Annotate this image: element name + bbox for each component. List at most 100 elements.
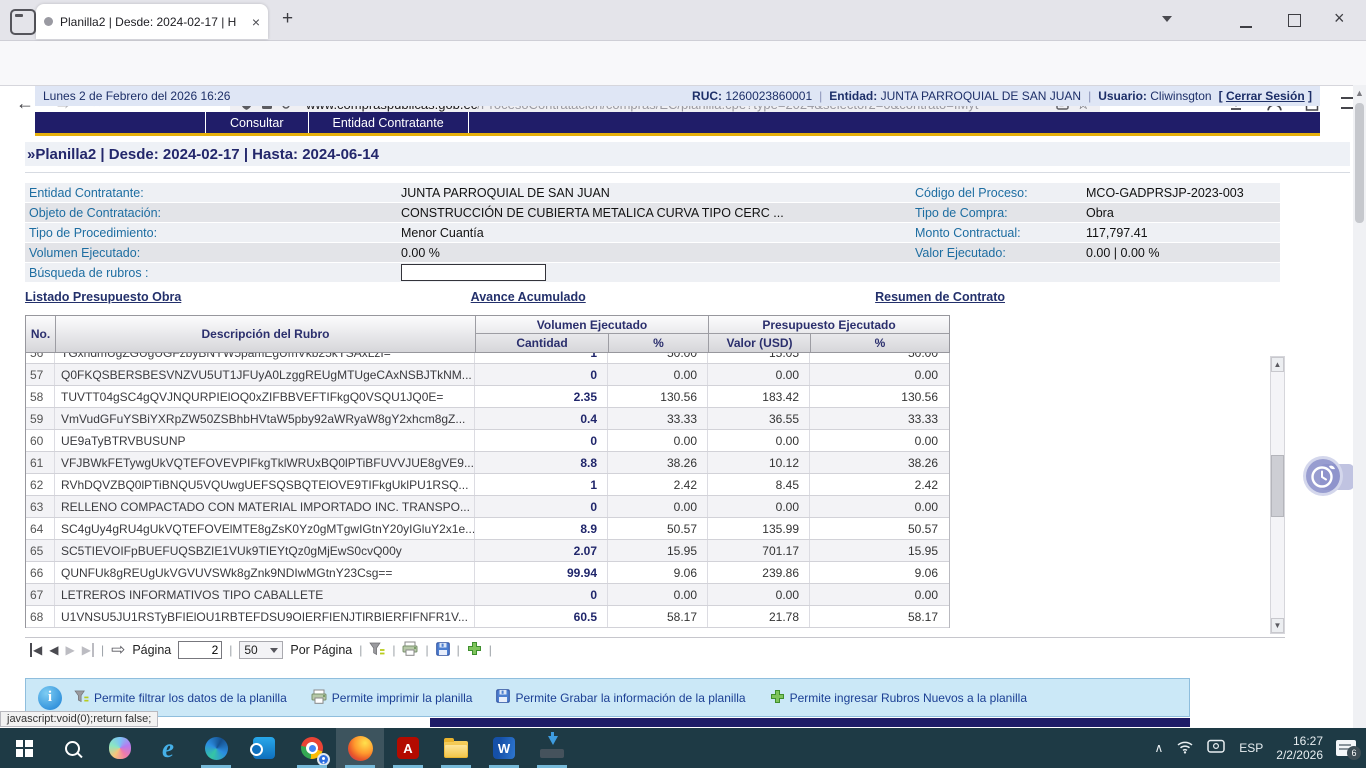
table-header: No. Descripción del Rubro Volumen Ejecut… — [25, 315, 950, 353]
page-number-input[interactable] — [178, 641, 222, 659]
row-volumen-pct: 15.95 — [608, 540, 708, 561]
taskbar-firefox-button[interactable] — [336, 728, 384, 768]
row-cantidad-value[interactable]: 2.07 — [475, 540, 608, 561]
window-maximize-button[interactable] — [1288, 14, 1301, 27]
go-to-page-icon[interactable]: ⇨ — [111, 640, 125, 660]
row-cantidad-value[interactable]: 0 — [475, 430, 608, 451]
column-header-no: No. — [26, 316, 56, 352]
new-tab-button[interactable]: + — [282, 8, 293, 30]
table-row: 68U1VNSU5JU1RSTyBFIElOU1RBTEFDSU9OIERFIE… — [26, 606, 949, 628]
next-page-button[interactable]: ▶ — [65, 643, 74, 657]
scroll-up-arrow-icon[interactable]: ▲ — [1271, 357, 1284, 372]
detail-label: Tipo de Procedimiento: — [25, 226, 401, 240]
chrome-profile-badge-icon — [317, 753, 330, 766]
table-body-rows: 56TGxhdmUgZGUgUGFzbyBNYW5pamEgUmVkb25kYS… — [25, 353, 950, 628]
detail-label: Volumen Ejecutado: — [25, 246, 401, 260]
row-cantidad-value[interactable]: 99.94 — [475, 562, 608, 583]
detail-row: Objeto de Contratación: CONSTRUCCIÓN DE … — [25, 203, 1280, 222]
row-valor-usd: 0.00 — [708, 584, 810, 605]
row-cantidad-value[interactable]: 0 — [475, 364, 608, 385]
row-valor-usd: 239.86 — [708, 562, 810, 583]
tray-chevron-up-icon[interactable]: ∧ — [1154, 741, 1163, 755]
browser-scrollbar-thumb[interactable] — [1355, 103, 1364, 223]
add-icon[interactable] — [467, 641, 482, 659]
scroll-down-arrow-icon[interactable]: ▼ — [1271, 618, 1284, 633]
display-connect-icon[interactable] — [1207, 739, 1226, 757]
notifications-icon[interactable]: 6 — [1336, 740, 1356, 756]
filter-icon[interactable] — [369, 642, 385, 659]
row-number: 56 — [26, 353, 55, 363]
taskbar-edge-button[interactable] — [192, 728, 240, 768]
row-description: RVhDQVZBQ0lPTiBNQU5VQUwgUEFSQSBQTElOVE9T… — [55, 474, 475, 495]
link-avance-acumulado[interactable]: Avance Acumulado — [471, 290, 586, 304]
start-button[interactable] — [0, 728, 48, 768]
detail-label: Tipo de Compra: — [901, 206, 1086, 220]
separator: | — [229, 643, 232, 657]
row-description: Q0FKQSBERSBESVNZVU5UT1JFUyA0LzggREUgMTUg… — [55, 364, 475, 385]
taskbar-outlook-button[interactable] — [240, 728, 288, 768]
time-tracker-widget[interactable] — [1303, 456, 1343, 496]
wifi-icon[interactable] — [1176, 739, 1194, 757]
scroll-up-arrow-icon[interactable]: ▲ — [1355, 88, 1364, 98]
row-cantidad-value[interactable]: 1 — [475, 474, 608, 495]
browser-tab[interactable]: Planilla2 | Desde: 2024-02-17 | H × — [36, 4, 268, 39]
row-description: UE9aTyBTRVBUSUNP — [55, 430, 475, 451]
main-nav: Consultar Entidad Contratante — [35, 112, 1320, 133]
taskbar-scanner-app-button[interactable] — [528, 728, 576, 768]
last-page-button[interactable]: ▶ — [82, 643, 94, 657]
previous-page-button[interactable]: ◀ — [49, 643, 58, 657]
taskbar-copilot-button[interactable] — [96, 728, 144, 768]
row-cantidad-value[interactable]: 2.35 — [475, 386, 608, 407]
row-presupuesto-pct: 9.06 — [810, 562, 948, 583]
per-page-select[interactable]: 50 — [239, 641, 283, 659]
nav-item-entidad-contratante[interactable]: Entidad Contratante — [309, 112, 469, 133]
taskbar-word-button[interactable]: W — [480, 728, 528, 768]
row-volumen-pct: 50.57 — [608, 518, 708, 539]
taskbar-file-explorer-button[interactable] — [432, 728, 480, 768]
tab-close-icon[interactable]: × — [246, 14, 260, 30]
outlook-icon — [253, 737, 275, 759]
row-description: LETREROS INFORMATIVOS TIPO CABALLETE — [55, 584, 475, 605]
nav-item-consultar[interactable]: Consultar — [205, 112, 309, 133]
row-cantidad-value[interactable]: 1 — [475, 353, 608, 363]
back-button[interactable]: ← — [16, 93, 34, 113]
current-datetime: Lunes 2 de Febrero del 2026 16:26 — [35, 89, 230, 103]
window-close-button[interactable]: × — [1334, 8, 1345, 29]
row-cantidad-value[interactable]: 8.8 — [475, 452, 608, 473]
rubro-search-input[interactable] — [401, 264, 546, 281]
link-listado-presupuesto-obra[interactable]: Listado Presupuesto Obra — [25, 290, 181, 304]
firefox-view-icon[interactable] — [10, 9, 36, 35]
row-cantidad-value[interactable]: 0 — [475, 496, 608, 517]
table-scrollbar-thumb[interactable] — [1271, 455, 1284, 517]
column-header-cantidad: Cantidad — [476, 334, 609, 352]
row-cantidad-value[interactable]: 0 — [475, 584, 608, 605]
tab-list-chevron-icon[interactable] — [1162, 16, 1172, 22]
table-row: 59VmVudGFuYSBiYXRpZW50ZSBhbHVtaW5pby92aW… — [26, 408, 949, 430]
tray-clock[interactable]: 16:27 2/2/2026 — [1276, 734, 1323, 762]
taskbar-search-button[interactable] — [48, 728, 96, 768]
per-page-value: 50 — [244, 643, 257, 657]
link-resumen-de-contrato[interactable]: Resumen de Contrato — [875, 290, 1005, 304]
row-cantidad-value[interactable]: 8.9 — [475, 518, 608, 539]
first-page-button[interactable]: ◀ — [30, 643, 42, 657]
browser-scrollbar[interactable]: ▲ — [1353, 85, 1366, 728]
row-cantidad-value[interactable]: 60.5 — [475, 606, 608, 627]
row-presupuesto-pct: 2.42 — [810, 474, 948, 495]
download-tray-icon — [540, 738, 564, 758]
taskbar-internet-explorer-button[interactable]: e — [144, 728, 192, 768]
window-minimize-button[interactable] — [1240, 26, 1252, 28]
logout-link[interactable]: Cerrar Sesión — [1226, 89, 1305, 103]
taskbar-acrobat-button[interactable]: A — [384, 728, 432, 768]
row-valor-usd: 15.05 — [708, 353, 810, 363]
row-description: TGxhdmUgZGUgUGFzbyBNYW5pamEgUmVkb25kYSAx… — [55, 353, 475, 363]
taskbar-chrome-button[interactable] — [288, 728, 336, 768]
row-valor-usd: 36.55 — [708, 408, 810, 429]
row-presupuesto-pct: 50.00 — [810, 353, 948, 363]
table-scrollbar[interactable]: ▲ ▼ — [1270, 356, 1285, 634]
gold-divider — [35, 133, 1320, 136]
row-description: RELLENO COMPACTADO CON MATERIAL IMPORTAD… — [55, 496, 475, 517]
language-indicator[interactable]: ESP — [1239, 741, 1263, 755]
print-icon[interactable] — [402, 641, 418, 659]
save-icon[interactable] — [436, 642, 450, 659]
row-cantidad-value[interactable]: 0.4 — [475, 408, 608, 429]
